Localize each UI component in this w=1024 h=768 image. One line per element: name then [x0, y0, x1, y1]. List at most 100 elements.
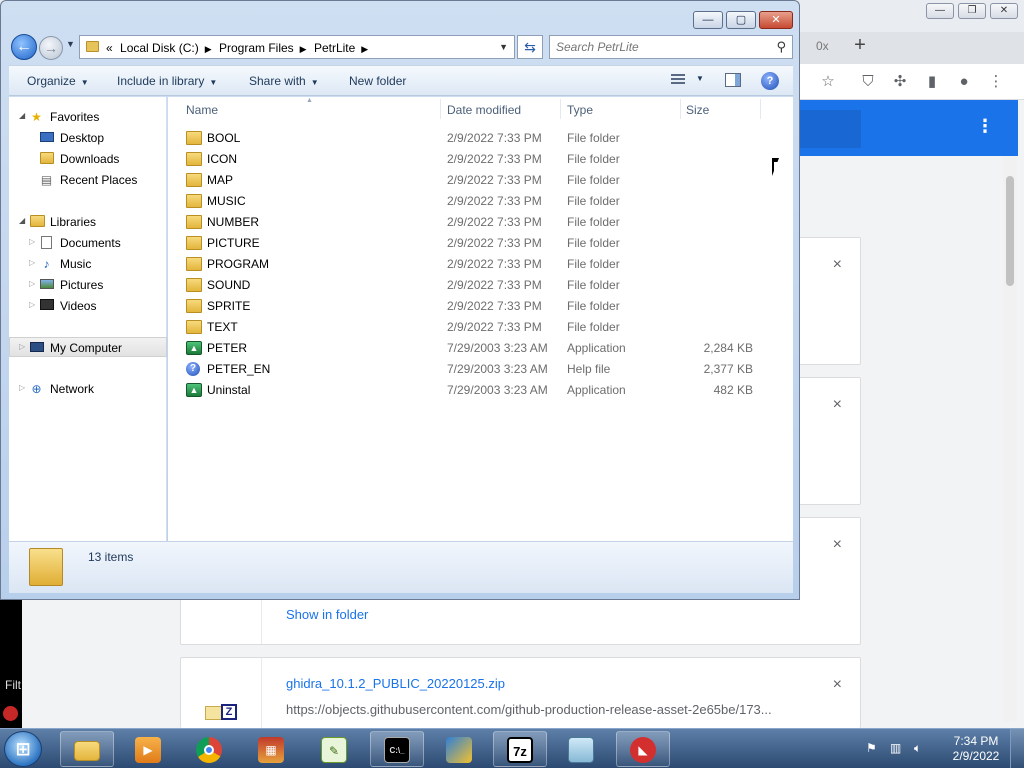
remove-download-icon[interactable]: ×	[833, 676, 842, 694]
network-icon: ⊕	[31, 382, 42, 396]
taskbar-network-tool[interactable]	[432, 731, 486, 767]
taskbar-chrome[interactable]	[182, 731, 236, 767]
remove-download-icon[interactable]: ×	[833, 256, 842, 274]
help-icon[interactable]: ?	[761, 72, 779, 90]
nav-network[interactable]: ▷ ⊕ Network	[9, 379, 167, 399]
file-row[interactable]: SPRITE 2/9/2022 7:33 PM File folder	[168, 296, 768, 317]
sidepanel-icon[interactable]: ▮	[922, 72, 942, 92]
new-tab-button[interactable]: +	[849, 34, 871, 56]
expand-icon[interactable]: ▷	[19, 383, 25, 392]
nav-libraries[interactable]: ◢ Libraries	[9, 212, 167, 232]
breadcrumb-program-files[interactable]: Program Files	[219, 41, 294, 55]
nav-documents[interactable]: ▷ Documents	[9, 233, 167, 253]
search-icon[interactable]: ⚲	[776, 39, 786, 55]
expand-icon[interactable]: ▷	[29, 258, 35, 267]
chrome-minimize-button[interactable]: —	[926, 3, 954, 19]
taskbar-petrlite[interactable]: ◣	[616, 731, 670, 767]
close-button[interactable]: ✕	[759, 11, 793, 29]
taskbar-notepad[interactable]	[554, 731, 608, 767]
address-bar[interactable]: « Local Disk (C:) ▶ Program Files ▶ PetrLi…	[79, 35, 515, 59]
volume-icon[interactable]: 🔈︎	[914, 741, 921, 756]
show-in-folder-link[interactable]: Show in folder	[286, 607, 368, 622]
file-row[interactable]: PROGRAM 2/9/2022 7:33 PM File folder	[168, 254, 768, 275]
nav-downloads[interactable]: Downloads	[9, 149, 167, 169]
nav-favorites[interactable]: ◢ ★ Favorites	[9, 107, 167, 127]
start-button[interactable]: ⊞	[4, 731, 42, 767]
breadcrumb-petrlite[interactable]: PetrLite	[314, 41, 355, 55]
collapse-icon[interactable]: ◢	[19, 216, 25, 225]
file-row[interactable]: ICON 2/9/2022 7:33 PM File folder	[168, 149, 768, 170]
taskbar-media-player[interactable]: ▶	[121, 731, 175, 767]
expand-icon[interactable]: ▷	[29, 237, 35, 246]
forward-button[interactable]: →	[39, 36, 63, 60]
remove-download-icon[interactable]: ×	[833, 536, 842, 554]
preview-pane-icon[interactable]	[725, 73, 741, 87]
taskbar-cmd[interactable]: C:\_	[370, 731, 424, 767]
nav-desktop[interactable]: Desktop	[9, 128, 167, 148]
address-dropdown-icon[interactable]: ▼	[499, 42, 508, 52]
file-row[interactable]: TEXT 2/9/2022 7:33 PM File folder	[168, 317, 768, 338]
organize-button[interactable]: Organize ▼	[27, 74, 89, 88]
file-row[interactable]: ▲ PETER 7/29/2003 3:23 AM Application 2,284 …	[168, 338, 768, 359]
taskbar-archive-tool[interactable]: ▦	[244, 731, 298, 767]
file-row[interactable]: NUMBER 2/9/2022 7:33 PM File folder	[168, 212, 768, 233]
file-row[interactable]: MUSIC 2/9/2022 7:33 PM File folder	[168, 191, 768, 212]
show-desktop-button[interactable]	[1010, 729, 1024, 768]
clock[interactable]: 7:34 PM 2/9/2022	[946, 734, 1006, 764]
chevron-right-icon[interactable]: ▶	[300, 44, 307, 54]
file-row[interactable]: SOUND 2/9/2022 7:33 PM File folder	[168, 275, 768, 296]
more-options-icon[interactable]: ⋮	[976, 116, 994, 137]
search-box[interactable]: ⚲	[549, 35, 793, 59]
new-folder-button[interactable]: New folder	[349, 74, 406, 88]
star-icon[interactable]: ☆	[818, 72, 838, 92]
include-in-library-button[interactable]: Include in library ▼	[117, 74, 217, 88]
chevron-right-icon[interactable]: ▶	[361, 44, 368, 54]
ublock-icon[interactable]: ⛉	[858, 72, 878, 92]
action-center-icon[interactable]: ⚑	[866, 741, 877, 755]
refresh-icon[interactable]: ⇆	[517, 35, 543, 59]
back-button[interactable]: ←	[11, 34, 37, 60]
nav-recent-places[interactable]: ▤ Recent Places	[9, 170, 167, 190]
taskbar-notepadpp[interactable]: ✎	[307, 731, 361, 767]
view-options-dropdown-icon[interactable]: ▼	[696, 74, 704, 83]
column-header-date[interactable]: Date modified	[447, 103, 521, 117]
profile-icon[interactable]: ●	[954, 72, 974, 92]
nav-my-computer[interactable]: ▷ My Computer	[9, 337, 167, 357]
change-view-icon[interactable]	[671, 73, 687, 87]
nav-pictures[interactable]: ▷ Pictures	[9, 275, 167, 295]
expand-icon[interactable]: ▷	[29, 300, 35, 309]
menu-icon[interactable]: ⋮	[986, 72, 1006, 92]
file-row[interactable]: BOOL 2/9/2022 7:33 PM File folder	[168, 128, 768, 149]
breadcrumb-overflow[interactable]: «	[106, 41, 113, 55]
taskbar-explorer[interactable]	[60, 731, 114, 767]
file-row[interactable]: ▲ Uninstal 7/29/2003 3:23 AM Application 482…	[168, 380, 768, 401]
breadcrumb-local-disk[interactable]: Local Disk (C:)	[120, 41, 199, 55]
expand-icon[interactable]: ▷	[29, 279, 35, 288]
expand-icon[interactable]: ▷	[19, 342, 25, 351]
search-box[interactable]	[800, 110, 861, 148]
chevron-right-icon[interactable]: ▶	[205, 44, 212, 54]
page-scrollbar[interactable]	[1003, 156, 1017, 722]
puzzle-icon[interactable]: ✣	[890, 72, 910, 92]
column-header-type[interactable]: Type	[567, 103, 593, 117]
chrome-restore-button[interactable]: ❐	[958, 3, 986, 19]
remove-download-icon[interactable]: ×	[833, 396, 842, 414]
chrome-close-button[interactable]: ✕	[990, 3, 1018, 19]
nav-music[interactable]: ▷ ♪ Music	[9, 254, 167, 274]
maximize-button[interactable]: ▢	[726, 11, 756, 29]
recent-locations-dropdown-icon[interactable]: ▼	[66, 39, 75, 49]
column-header-size[interactable]: Size	[686, 103, 709, 117]
share-with-button[interactable]: Share with ▼	[249, 74, 319, 88]
file-row[interactable]: MAP 2/9/2022 7:33 PM File folder	[168, 170, 768, 191]
network-status-icon[interactable]: ▥	[890, 741, 901, 755]
tab-title-fragment[interactable]: 0x	[816, 39, 829, 53]
collapse-icon[interactable]: ◢	[19, 111, 25, 120]
minimize-button[interactable]: —	[693, 11, 723, 29]
nav-videos[interactable]: ▷ Videos	[9, 296, 167, 316]
file-row[interactable]: ? PETER_EN 7/29/2003 3:23 AM Help file 2,377…	[168, 359, 768, 380]
column-header-name[interactable]: Name	[186, 103, 218, 117]
file-row[interactable]: PICTURE 2/9/2022 7:33 PM File folder	[168, 233, 768, 254]
taskbar-7zip[interactable]: 7z	[493, 731, 547, 767]
search-input[interactable]	[556, 39, 766, 55]
download-filename-link[interactable]: ghidra_10.1.2_PUBLIC_20220125.zip	[286, 676, 505, 691]
